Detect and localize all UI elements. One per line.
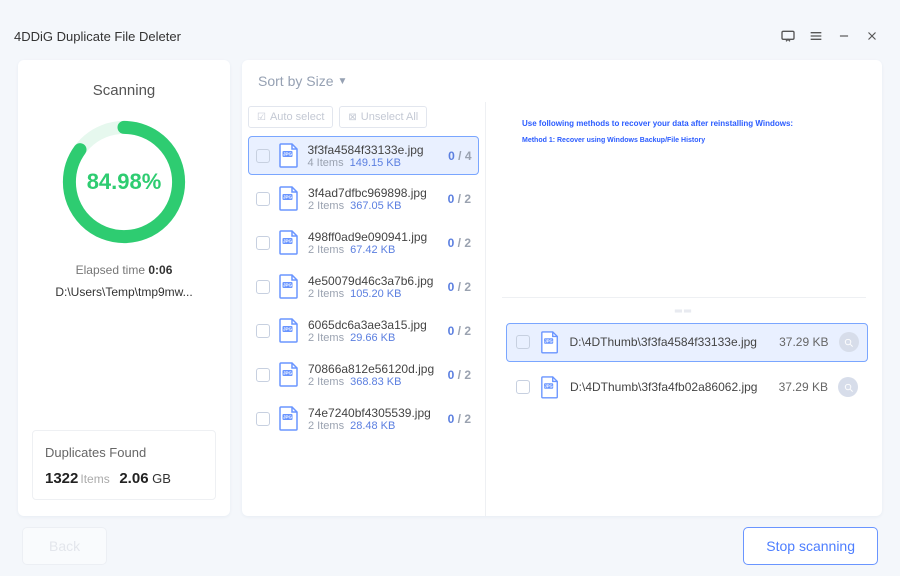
checkbox[interactable] [256, 368, 270, 382]
jpg-file-icon [278, 274, 300, 300]
feedback-icon[interactable] [774, 22, 802, 50]
group-size: 105.20 KB [350, 288, 401, 300]
group-size: 67.42 KB [350, 244, 395, 256]
group-item-count: 2 Items [308, 200, 344, 212]
minimize-icon[interactable] [830, 22, 858, 50]
back-button: Back [22, 527, 107, 565]
group-item-count: 2 Items [308, 332, 344, 344]
jpg-file-icon [278, 230, 300, 256]
group-filename: 498ff0ad9e090941.jpg [308, 230, 442, 244]
group-ratio: 0 / 2 [448, 192, 471, 206]
duplicate-size: 37.29 KB [779, 335, 828, 349]
stop-scanning-button[interactable]: Stop scanning [743, 527, 878, 565]
checkbox[interactable] [256, 324, 270, 338]
group-filename: 70866a812e56120d.jpg [308, 362, 442, 376]
drag-handle-icon[interactable]: ══ [486, 306, 882, 317]
auto-select-button[interactable]: ☑Auto select [248, 106, 333, 128]
group-item-count: 2 Items [308, 420, 344, 432]
duplicate-path: D:\4DThumb\3f3fa4584f33133e.jpg [570, 335, 770, 349]
group-ratio: 0 / 4 [448, 149, 471, 163]
jpg-file-icon [540, 331, 560, 355]
titlebar: 4DDiG Duplicate File Deleter [0, 18, 900, 54]
group-item[interactable]: 3f3fa4584f33133e.jpg4 Items 149.15 KB 0 / … [248, 136, 479, 175]
jpg-file-icon [278, 362, 300, 388]
detail-column: Use following methods to recover your da… [486, 102, 882, 516]
duplicate-row[interactable]: D:\4DThumb\3f3fa4584f33133e.jpg 37.29 KB [506, 323, 868, 362]
checkbox[interactable] [256, 236, 270, 250]
duplicate-size: 37.29 KB [779, 380, 828, 394]
checkbox[interactable] [256, 280, 270, 294]
scan-progress-ring: 84.98% [59, 117, 189, 247]
duplicates-found-box: Duplicates Found 1322Items 2.06 GB [32, 430, 216, 500]
scan-path: D:\Users\Temp\tmp9mw... [55, 285, 192, 299]
group-item[interactable]: 3f4ad7dfbc969898.jpg2 Items 367.05 KB 0 / … [248, 179, 479, 219]
duplicates-found-label: Duplicates Found [45, 445, 203, 460]
scanning-label: Scanning [93, 82, 156, 99]
group-item-count: 2 Items [308, 376, 344, 388]
file-preview: Use following methods to recover your da… [502, 106, 866, 298]
group-size: 149.15 KB [350, 157, 401, 169]
group-size: 367.05 KB [350, 200, 401, 212]
scan-percent: 84.98% [59, 117, 189, 247]
checkbox[interactable] [516, 380, 530, 394]
jpg-file-icon [278, 143, 300, 169]
jpg-file-icon [278, 406, 300, 432]
group-filename: 74e7240bf4305539.jpg [308, 406, 442, 420]
footer: Back Stop scanning [0, 516, 900, 576]
clear-icon: ⊠ [348, 112, 356, 123]
chevron-down-icon: ▼ [337, 76, 347, 87]
group-size: 368.83 KB [350, 376, 401, 388]
checkbox[interactable] [516, 335, 530, 349]
checkbox[interactable] [256, 149, 270, 163]
results-panel: Sort by Size▼ ☑Auto select ⊠Unselect All… [242, 60, 882, 516]
preview-icon[interactable] [839, 332, 859, 352]
group-item[interactable]: 74e7240bf4305539.jpg2 Items 28.48 KB 0 / 2 [248, 399, 479, 439]
group-item-count: 2 Items [308, 244, 344, 256]
checkbox[interactable] [256, 412, 270, 426]
checkbox[interactable] [256, 192, 270, 206]
group-ratio: 0 / 2 [448, 368, 471, 382]
group-filename: 4e50079d46c3a7b6.jpg [308, 274, 442, 288]
jpg-file-icon [278, 318, 300, 344]
preview-icon[interactable] [838, 377, 858, 397]
group-filename: 3f3fa4584f33133e.jpg [308, 143, 443, 157]
close-icon[interactable] [858, 22, 886, 50]
group-item[interactable]: 6065dc6a3ae3a15.jpg2 Items 29.66 KB 0 / 2 [248, 311, 479, 351]
duplicate-row[interactable]: D:\4DThumb\3f3fa4fb02a86062.jpg 37.29 KB [506, 368, 868, 408]
sort-dropdown[interactable]: Sort by Size▼ [242, 60, 882, 102]
group-filename: 3f4ad7dfbc969898.jpg [308, 186, 442, 200]
group-item[interactable]: 4e50079d46c3a7b6.jpg2 Items 105.20 KB 0 / … [248, 267, 479, 307]
duplicates-stats: 1322Items 2.06 GB [45, 470, 203, 487]
group-size: 28.48 KB [350, 420, 395, 432]
group-item-count: 4 Items [308, 157, 344, 169]
group-item-count: 2 Items [308, 288, 344, 300]
check-icon: ☑ [257, 112, 266, 123]
group-filename: 6065dc6a3ae3a15.jpg [308, 318, 442, 332]
elapsed-time: Elapsed time 0:06 [76, 263, 173, 277]
group-size: 29.66 KB [350, 332, 395, 344]
groups-column: ☑Auto select ⊠Unselect All 3f3fa4584f331… [242, 102, 486, 516]
app-title: 4DDiG Duplicate File Deleter [14, 29, 181, 44]
group-item[interactable]: 70866a812e56120d.jpg2 Items 368.83 KB 0 / … [248, 355, 479, 395]
menu-icon[interactable] [802, 22, 830, 50]
duplicate-path: D:\4DThumb\3f3fa4fb02a86062.jpg [570, 380, 769, 394]
unselect-all-button[interactable]: ⊠Unselect All [339, 106, 427, 128]
group-ratio: 0 / 2 [448, 412, 471, 426]
jpg-file-icon [278, 186, 300, 212]
group-ratio: 0 / 2 [448, 280, 471, 294]
group-item[interactable]: 498ff0ad9e090941.jpg2 Items 67.42 KB 0 / 2 [248, 223, 479, 263]
scan-status-panel: Scanning 84.98% Elapsed time 0:06 D:\Use… [18, 60, 230, 516]
jpg-file-icon [540, 376, 560, 400]
group-ratio: 0 / 2 [448, 324, 471, 338]
group-ratio: 0 / 2 [448, 236, 471, 250]
